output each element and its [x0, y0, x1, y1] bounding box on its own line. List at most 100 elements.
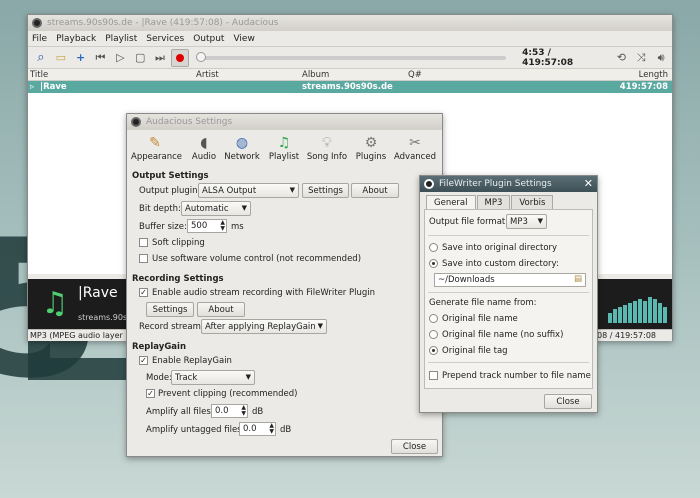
tab-song-info[interactable]: 💡︎ Song Info — [303, 134, 351, 162]
recording-about-button[interactable]: About — [197, 302, 245, 317]
tab-playlist-label: Playlist — [268, 152, 300, 162]
tab-network[interactable]: ◍ Network — [218, 134, 266, 162]
menu-view[interactable]: View — [233, 34, 254, 44]
col-queue[interactable]: Q# — [408, 70, 422, 80]
output-plugin-value: ALSA Output — [202, 185, 257, 196]
filewriter-title: FileWriter Plugin Settings — [439, 179, 552, 189]
settings-window-icon — [131, 117, 141, 127]
chevron-down-icon: ▼ — [317, 322, 323, 330]
filewriter-close-button[interactable]: Close — [544, 394, 592, 409]
stop-icon[interactable]: ▢ — [131, 49, 149, 67]
open-folder-icon[interactable]: ▭ — [52, 49, 70, 67]
spin-arrows-icon[interactable]: ▲ ▼ — [241, 405, 246, 417]
prepend-label: Prepend track number to file name — [442, 371, 591, 381]
mode-value: Track — [175, 372, 198, 383]
tab-appearance[interactable]: ✎ Appearance — [131, 134, 183, 162]
amplify-all-value: 0.0 — [215, 406, 229, 416]
amplify-untagged-spin[interactable]: 0.0 ▲ ▼ — [239, 422, 276, 436]
tab-plugins[interactable]: ⚙ Plugins — [347, 134, 395, 162]
play-icon[interactable]: ▷ — [111, 49, 129, 67]
tab-advanced[interactable]: ✂ Advanced — [391, 134, 439, 162]
repeat-icon[interactable]: ⟲ — [612, 49, 630, 67]
output-about-button[interactable]: About — [351, 183, 399, 198]
original-name-nosuffix-radio[interactable] — [429, 330, 438, 339]
add-icon[interactable]: + — [72, 49, 90, 67]
previous-icon[interactable]: ⏮ — [92, 49, 110, 67]
format-select[interactable]: MP3 ▼ — [506, 214, 547, 229]
format-label: Output file format: — [429, 217, 509, 227]
close-icon[interactable]: ✕ — [584, 177, 593, 190]
tab-playlist[interactable]: ♫ Playlist — [260, 134, 308, 162]
shuffle-icon[interactable]: ⤨ — [632, 49, 650, 67]
col-artist[interactable]: Artist — [196, 70, 219, 80]
next-icon[interactable]: ⏭ — [151, 49, 169, 67]
menu-output[interactable]: Output — [193, 34, 224, 44]
playlist-icon: ♫ — [277, 135, 291, 151]
spin-arrows-icon[interactable]: ▲ ▼ — [220, 220, 225, 232]
menu-services[interactable]: Services — [146, 34, 184, 44]
tab-mp3[interactable]: MP3 — [476, 195, 511, 210]
mode-select[interactable]: Track ▼ — [171, 370, 255, 385]
settings-close-button[interactable]: Close — [391, 439, 438, 454]
col-length[interactable]: Length — [639, 70, 668, 80]
buffer-unit: ms — [231, 222, 244, 232]
enable-recording-label: Enable audio stream recording with FileW… — [152, 288, 376, 298]
row-length: 419:57:08 — [619, 82, 668, 92]
song-info-icon: 💡︎ — [322, 135, 332, 151]
enable-recording-checkbox[interactable]: ✓ — [139, 288, 148, 297]
output-settings-button[interactable]: Settings — [302, 183, 349, 198]
plugins-icon: ⚙ — [364, 135, 378, 151]
soft-clipping-label: Soft clipping — [152, 238, 205, 248]
format-value: MP3 — [510, 216, 528, 227]
mode-label: Mode: — [146, 373, 173, 383]
volume-icon[interactable]: 🔊︎ — [652, 49, 670, 67]
directory-chooser[interactable]: ~/Downloads ▤ — [434, 273, 586, 287]
filewriter-dialog: FileWriter Plugin Settings ✕ General MP3… — [419, 175, 598, 413]
playlist-header: Title Artist Album Q# Length — [28, 69, 672, 81]
record-icon — [175, 53, 184, 62]
bit-depth-select[interactable]: Automatic ▼ — [181, 201, 251, 216]
original-tag-radio[interactable] — [429, 346, 438, 355]
time-display: 4:53 / 419:57:08 — [522, 47, 574, 68]
tab-general[interactable]: General — [426, 195, 476, 210]
chevron-down-icon: ▼ — [241, 204, 247, 212]
info-title: |Rave — [78, 285, 118, 301]
row-title: |Rave — [40, 82, 67, 92]
record-stream-value: After applying ReplayGain — [205, 321, 316, 332]
original-name-radio[interactable] — [429, 314, 438, 323]
chevron-down-icon: ▼ — [289, 186, 295, 194]
col-album[interactable]: Album — [302, 70, 329, 80]
menu-playback[interactable]: Playback — [56, 34, 96, 44]
audacious-logo-icon — [32, 18, 42, 28]
bit-depth-value: Automatic — [185, 203, 229, 214]
menu-playlist[interactable]: Playlist — [105, 34, 137, 44]
prevent-clipping-checkbox[interactable]: ✓ — [146, 389, 155, 398]
record-stream-select[interactable]: After applying ReplayGain ▼ — [201, 319, 327, 334]
col-title[interactable]: Title — [30, 70, 48, 80]
save-original-radio[interactable] — [429, 243, 438, 252]
enable-replaygain-label: Enable ReplayGain — [152, 356, 232, 366]
enable-replaygain-checkbox[interactable]: ✓ — [139, 356, 148, 365]
sw-volume-checkbox[interactable] — [139, 254, 148, 263]
record-button[interactable] — [170, 48, 189, 67]
output-plugin-select[interactable]: ALSA Output ▼ — [198, 183, 299, 198]
folder-icon[interactable]: ▤ — [574, 274, 582, 284]
directory-value: ~/Downloads — [438, 275, 495, 285]
amplify-all-spin[interactable]: 0.0 ▲ ▼ — [211, 404, 248, 418]
menu-file[interactable]: File — [32, 34, 47, 44]
output-plugin-label: Output plugin: — [139, 186, 201, 196]
save-custom-radio[interactable] — [429, 259, 438, 268]
playlist-row[interactable]: ▹ |Rave streams.90s90s.de 419:57:08 — [28, 81, 672, 93]
tab-vorbis[interactable]: Vorbis — [511, 195, 554, 210]
prepend-checkbox[interactable] — [429, 371, 438, 380]
record-stream-label: Record stream: — [139, 322, 204, 332]
divider — [428, 235, 589, 236]
buffer-size-spin[interactable]: 500 ▲ ▼ — [187, 219, 227, 233]
tab-appearance-label: Appearance — [131, 152, 183, 162]
recording-settings-button[interactable]: Settings — [146, 302, 194, 317]
spin-arrows-icon[interactable]: ▲ ▼ — [269, 423, 274, 435]
soft-clipping-checkbox[interactable] — [139, 238, 148, 247]
seek-slider[interactable] — [195, 51, 507, 62]
seek-handle[interactable] — [195, 51, 206, 62]
search-icon[interactable]: ⌕ — [32, 49, 50, 67]
